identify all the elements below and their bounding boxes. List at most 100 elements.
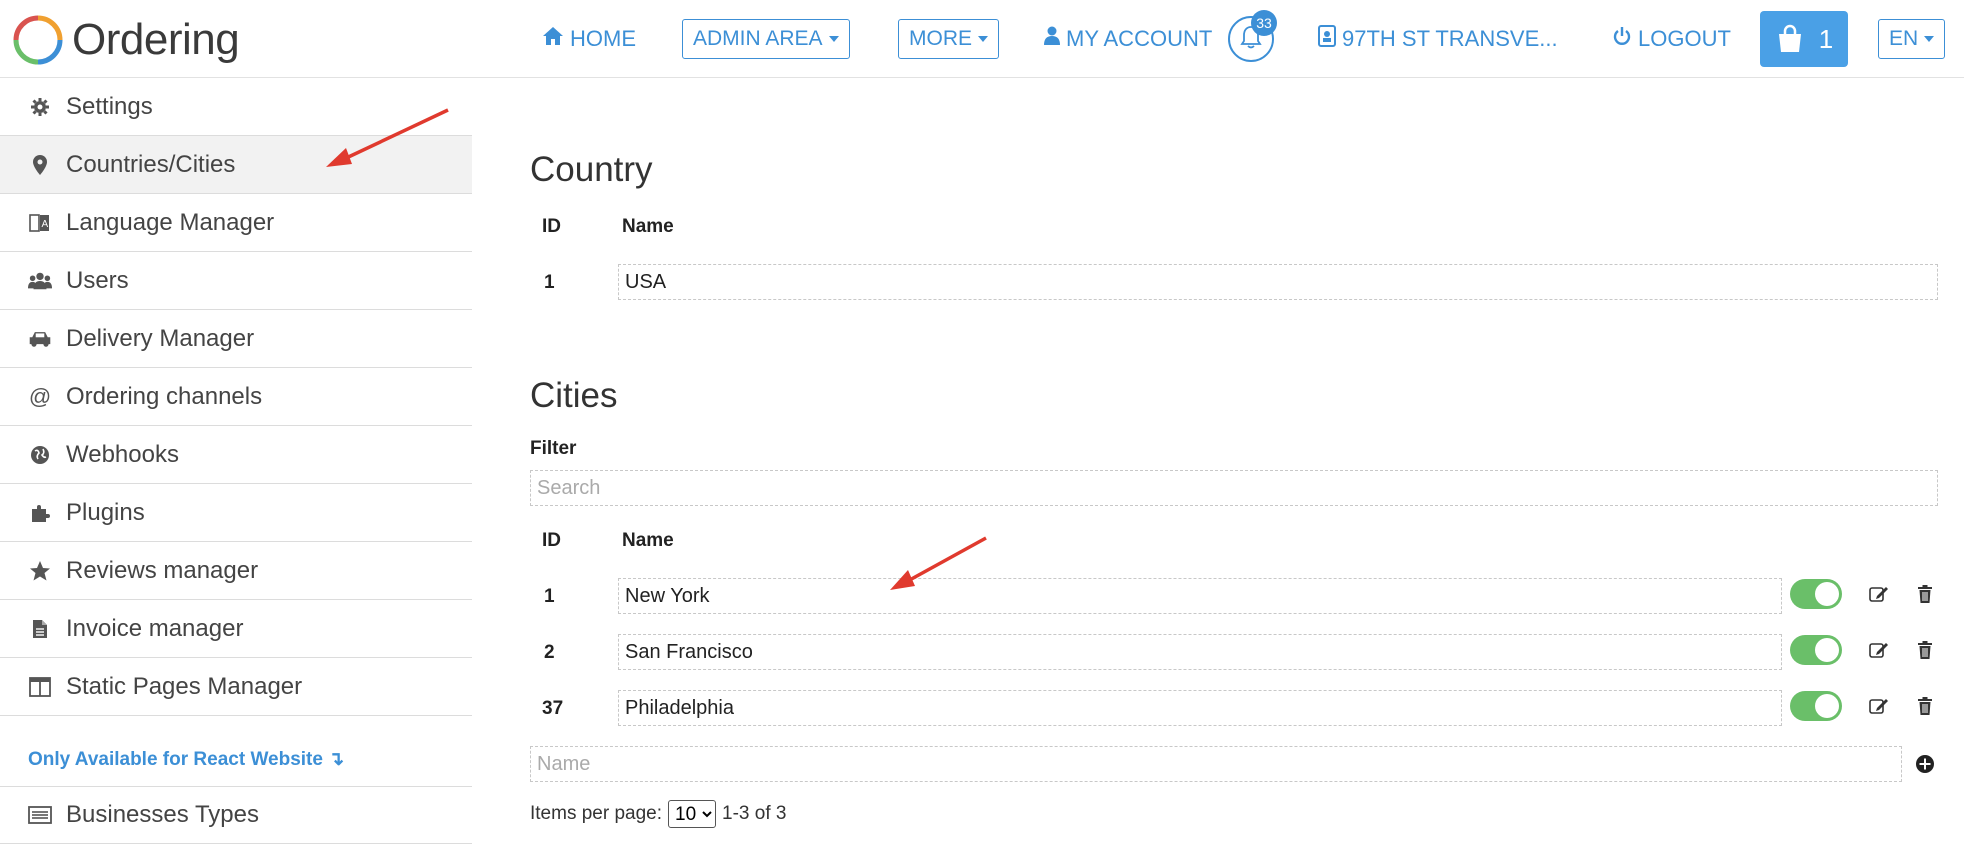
trash-icon[interactable] (1914, 583, 1936, 605)
admin-sidebar: Settings Countries/Cities A Language Man… (0, 78, 472, 858)
items-per-page-select[interactable]: 10 (668, 800, 717, 828)
cart-count: 1 (1818, 23, 1834, 54)
my-account-label: MY ACCOUNT (1066, 26, 1213, 51)
sidebar-item-label: Ordering channels (66, 382, 263, 410)
sidebar-item-label: Invoice manager (66, 614, 244, 642)
sidebar-item-label: Language Manager (66, 208, 275, 236)
nav-home[interactable]: HOME (542, 0, 636, 78)
more-dropdown[interactable]: MORE (898, 19, 999, 59)
chevron-down-icon (978, 36, 988, 42)
nav-store[interactable]: 97TH ST TRANSVE... (1318, 0, 1558, 78)
new-city-name-input[interactable]: Name (530, 746, 1902, 782)
country-title: Country (530, 150, 653, 189)
country-name-field[interactable]: USA (618, 264, 1938, 300)
nav-home-label: HOME (570, 26, 636, 51)
map-marker-icon (28, 153, 52, 177)
admin-area-label: ADMIN AREA (693, 27, 823, 50)
add-city-button[interactable] (1914, 753, 1936, 775)
sidebar-item-label: Plugins (66, 498, 145, 526)
toggle-knob (1815, 638, 1839, 662)
items-per-page-label: Items per page: (530, 803, 663, 824)
sidebar-item-label: Countries/Cities (66, 150, 236, 178)
cities-id-header: ID (542, 530, 561, 551)
top-header: Ordering HOME ADMIN AREA MORE MY ACCOUNT… (0, 0, 1964, 78)
sidebar-item-static-pages-manager[interactable]: Static Pages Manager (0, 658, 472, 716)
columns-icon (28, 675, 52, 699)
store-label: 97TH ST TRANSVE... (1342, 26, 1558, 51)
nav-language[interactable]: EN (1878, 0, 1946, 78)
sidebar-item-users[interactable]: Users (0, 252, 472, 310)
nav-logout[interactable]: LOGOUT (1612, 0, 1731, 78)
cities-title: Cities (530, 376, 618, 415)
city-row-id: 37 (542, 698, 564, 719)
main-content: Country ID Name 1 USA Cities Filter Sear… (530, 78, 1950, 858)
language-dropdown[interactable]: EN (1878, 19, 1946, 59)
city-enabled-toggle[interactable] (1790, 691, 1842, 721)
logo[interactable]: Ordering (12, 14, 240, 66)
country-row-id: 1 (544, 272, 555, 293)
sidebar-item-label: Delivery Manager (66, 324, 255, 352)
sidebar-item-label: Reviews manager (66, 556, 259, 584)
nav-admin-area[interactable]: ADMIN AREA (682, 0, 850, 78)
nav-my-account[interactable]: MY ACCOUNT (1044, 0, 1212, 78)
city-search-input[interactable]: Search (530, 470, 1938, 506)
pagination: Items per page: 10 1-3 of 3 (530, 800, 786, 828)
logo-text: Ordering (72, 15, 240, 64)
sidebar-item-invoice-manager[interactable]: Invoice manager (0, 600, 472, 658)
language-icon: A (28, 211, 52, 235)
sidebar-item-countries-cities[interactable]: Countries/Cities (0, 136, 472, 194)
toggle-knob (1815, 582, 1839, 606)
sidebar-item-label: Webhooks (66, 440, 179, 468)
home-icon (542, 26, 564, 52)
city-enabled-toggle[interactable] (1790, 635, 1842, 665)
sidebar-item-language-manager[interactable]: A Language Manager (0, 194, 472, 252)
sidebar-item-label: Users (66, 266, 129, 294)
globe-icon (28, 443, 52, 467)
country-id-header: ID (542, 216, 561, 237)
country-name-header: Name (622, 216, 674, 237)
more-label: MORE (909, 27, 972, 50)
edit-icon[interactable] (1868, 639, 1890, 661)
notifications-badge: 33 (1251, 10, 1277, 36)
react-only-note: Only Available for React Website ↴ (28, 749, 345, 770)
sidebar-item-label: Settings (66, 92, 153, 120)
chevron-down-icon (828, 36, 839, 42)
sidebar-item-settings[interactable]: Settings (0, 78, 472, 136)
trash-icon[interactable] (1914, 695, 1936, 717)
sidebar-item-label: Businesses Types (66, 800, 259, 828)
pagination-range: 1-3 of 3 (722, 803, 787, 824)
city-row-id: 2 (544, 642, 555, 663)
sidebar-item-delivery-manager[interactable]: Delivery Manager (0, 310, 472, 368)
language-label: EN (1889, 27, 1919, 50)
toggle-knob (1815, 694, 1839, 718)
sidebar-item-reviews-manager[interactable]: Reviews manager (0, 542, 472, 600)
power-icon (1612, 26, 1632, 52)
city-row-id: 1 (544, 586, 555, 607)
store-icon (1318, 25, 1336, 53)
trash-icon[interactable] (1914, 639, 1936, 661)
sidebar-item-plugins[interactable]: Plugins (0, 484, 472, 542)
edit-icon[interactable] (1868, 695, 1890, 717)
star-icon (28, 559, 52, 583)
shopping-bag-icon (1778, 24, 1801, 52)
cart-button[interactable]: 1 (1760, 11, 1848, 67)
puzzle-icon (28, 501, 52, 525)
city-name-field[interactable]: San Francisco (618, 634, 1782, 670)
city-name-field[interactable]: Philadelphia (618, 690, 1782, 726)
nav-more[interactable]: MORE (898, 0, 999, 78)
city-name-field[interactable]: New York (618, 578, 1782, 614)
city-enabled-toggle[interactable] (1790, 579, 1842, 609)
chevron-down-icon (1924, 36, 1935, 42)
sidebar-item-label: Static Pages Manager (66, 672, 303, 700)
logo-ring-icon (13, 15, 63, 65)
users-icon (28, 269, 52, 293)
cities-name-header: Name (622, 530, 674, 551)
admin-area-dropdown[interactable]: ADMIN AREA (682, 19, 850, 59)
file-icon (28, 617, 52, 641)
sidebar-item-webhooks[interactable]: Webhooks (0, 426, 472, 484)
user-icon (1044, 26, 1060, 52)
at-icon: @ (28, 383, 52, 409)
sidebar-item-businesses-types[interactable]: Businesses Types (0, 786, 472, 844)
sidebar-item-ordering-channels[interactable]: @ Ordering channels (0, 368, 472, 426)
edit-icon[interactable] (1868, 583, 1890, 605)
